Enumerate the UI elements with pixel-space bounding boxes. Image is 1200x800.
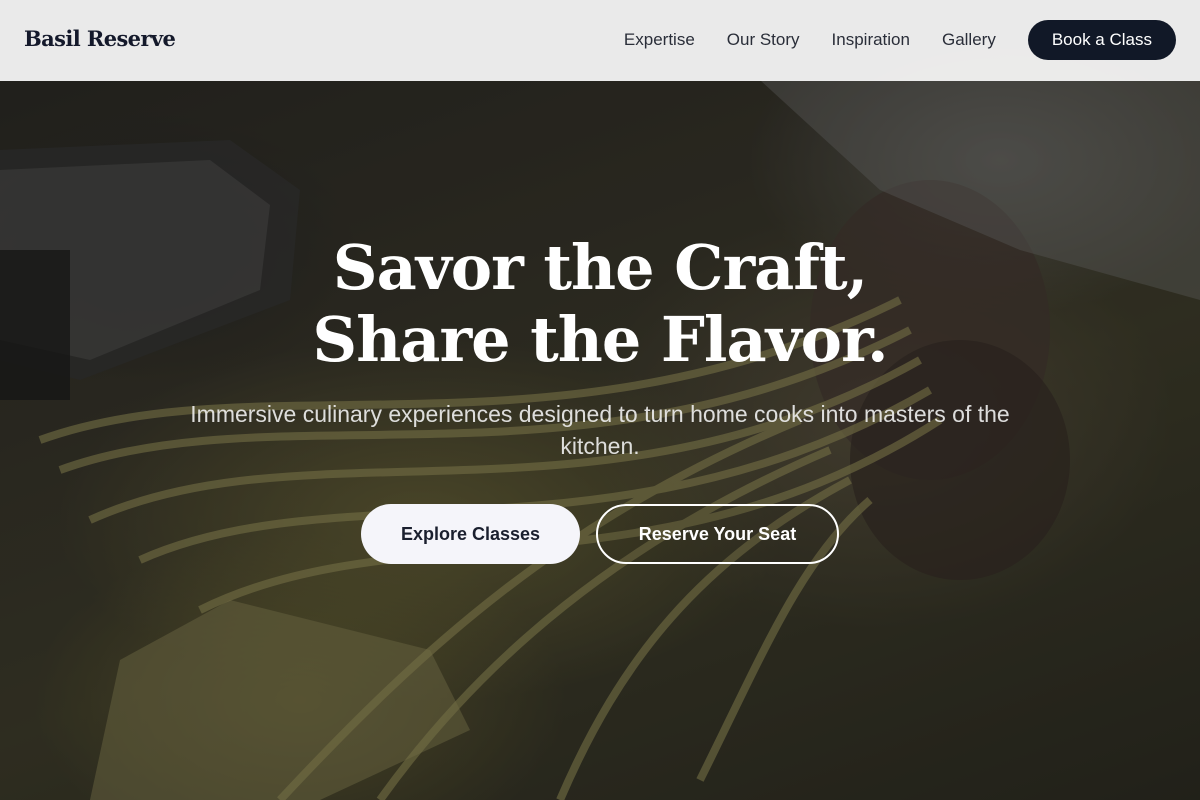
reserve-seat-button[interactable]: Reserve Your Seat [596,504,839,564]
hero-title-line-2: Share the Flavor. [312,303,888,376]
brand-logo[interactable]: Basil Reserve [24,26,176,51]
hero-title-line-1: Savor the Craft, [332,231,868,304]
nav-link-inspiration[interactable]: Inspiration [832,30,910,50]
main-nav: Expertise Our Story Inspiration Gallery … [624,20,1176,60]
nav-link-expertise[interactable]: Expertise [624,30,695,50]
nav-link-gallery[interactable]: Gallery [942,30,996,50]
hero-subtitle: Immersive culinary experiences designed … [190,401,1010,459]
hero-title: Savor the Craft, Share the Flavor. [0,232,1200,376]
site-header: Basil Reserve Expertise Our Story Inspir… [0,0,1200,81]
book-class-button[interactable]: Book a Class [1027,20,1176,60]
hero-actions: Explore Classes Reserve Your Seat [0,504,1200,564]
explore-classes-button[interactable]: Explore Classes [361,504,580,564]
hero-section: Savor the Craft, Share the Flavor. Immer… [0,232,1200,564]
page: Basil Reserve Expertise Our Story Inspir… [0,0,1200,800]
nav-link-our-story[interactable]: Our Story [727,30,800,50]
